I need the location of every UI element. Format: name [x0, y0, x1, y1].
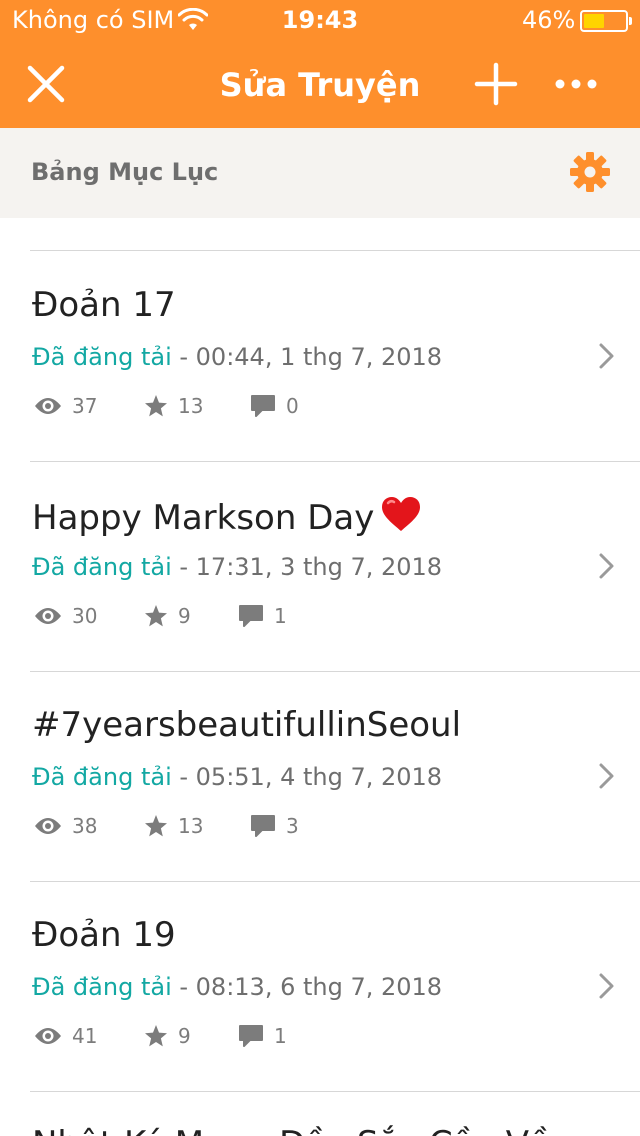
part-title: Đoản 17 — [32, 285, 176, 325]
divider — [30, 1091, 640, 1092]
comments-stat: 0 — [250, 391, 299, 421]
views-stat: 38 — [34, 811, 97, 841]
votes-count: 13 — [178, 814, 204, 838]
star-icon — [145, 395, 167, 417]
votes-stat: 13 — [144, 811, 203, 841]
part-meta: Đã đăng tải - 08:13, 6 thg 7, 2018 — [32, 973, 442, 1001]
comments-stat: 3 — [250, 811, 299, 841]
part-state: Đã đăng tải — [32, 973, 172, 1001]
part-title-partial[interactable]: Nhật Ký Mang Đầy Sắc Cầu Vồng — [32, 1124, 593, 1136]
part-title: #7yearsbeautifullinSeoul — [32, 705, 462, 745]
part-meta: Đã đăng tải - 17:31, 3 thg 7, 2018 — [32, 553, 442, 581]
part-stats: 41 9 1 — [32, 1021, 432, 1051]
part-meta: Đã đăng tải - 05:51, 4 thg 7, 2018 — [32, 763, 442, 791]
add-icon[interactable] — [474, 62, 518, 106]
list-item[interactable]: Đoản 19 Đã đăng tải - 08:13, 6 thg 7, 20… — [0, 881, 640, 1092]
battery-nub — [629, 17, 632, 25]
chevron-right-icon — [599, 343, 614, 369]
chevron-right-icon — [599, 763, 614, 789]
page-title: Sửa Truyện — [219, 66, 421, 104]
nav-bar: Sửa Truyện — [0, 40, 640, 128]
part-stats: 38 13 3 — [32, 811, 432, 841]
votes-count: 9 — [178, 604, 191, 628]
part-state: Đã đăng tải — [32, 343, 172, 371]
star-icon — [145, 605, 167, 627]
gear-icon[interactable] — [568, 150, 612, 194]
top-header: Không có SIM 19:43 46% Sửa Truyện — [0, 0, 640, 128]
part-title: Happy Markson Day — [32, 495, 422, 538]
list-item[interactable]: Đoản 17 Đã đăng tải - 00:44, 1 thg 7, 20… — [0, 251, 640, 462]
eye-icon — [35, 1028, 61, 1044]
star-icon — [145, 815, 167, 837]
comment-icon — [239, 605, 263, 627]
part-timestamp: - 08:13, 6 thg 7, 2018 — [171, 973, 443, 1001]
comments-count: 0 — [286, 394, 299, 418]
votes-count: 13 — [178, 394, 204, 418]
views-stat: 37 — [34, 391, 97, 421]
comment-icon — [239, 1025, 263, 1047]
battery-icon — [580, 10, 632, 32]
comments-stat: 1 — [238, 1021, 287, 1051]
views-stat: 41 — [34, 1021, 97, 1051]
comments-count: 1 — [274, 604, 287, 628]
comments-stat: 1 — [238, 601, 287, 631]
chevron-right-icon — [599, 973, 614, 999]
eye-icon — [35, 818, 61, 834]
battery-fill — [584, 14, 605, 28]
more-icon[interactable] — [554, 74, 598, 94]
part-timestamp: - 00:44, 1 thg 7, 2018 — [171, 343, 443, 371]
eye-icon — [35, 398, 61, 414]
list-item[interactable]: Happy Markson Day Đã đăng tải - 17:31, 3… — [0, 461, 640, 672]
views-count: 37 — [72, 394, 98, 418]
votes-count: 9 — [178, 1024, 191, 1048]
eye-icon — [35, 608, 61, 624]
comments-count: 3 — [286, 814, 299, 838]
part-title: Đoản 19 — [32, 915, 176, 955]
toc-header: Bảng Mục Lục — [0, 128, 640, 218]
votes-stat: 9 — [144, 601, 191, 631]
star-icon — [145, 1025, 167, 1047]
votes-stat: 13 — [144, 391, 203, 421]
comments-count: 1 — [274, 1024, 287, 1048]
part-stats: 30 9 1 — [32, 601, 432, 631]
views-stat: 30 — [34, 601, 97, 631]
part-state: Đã đăng tải — [32, 553, 172, 581]
comment-icon — [251, 395, 275, 417]
parts-list: Đoản 17 Đã đăng tải - 00:44, 1 thg 7, 20… — [0, 218, 640, 1136]
part-timestamp: - 17:31, 3 thg 7, 2018 — [171, 553, 443, 581]
views-count: 41 — [72, 1024, 98, 1048]
battery-percent: 46% — [522, 6, 576, 34]
comment-icon — [251, 815, 275, 837]
chevron-right-icon — [599, 553, 614, 579]
heart-emoji-icon — [382, 497, 421, 531]
views-count: 38 — [72, 814, 98, 838]
status-bar: Không có SIM 19:43 46% — [0, 0, 640, 40]
toc-label: Bảng Mục Lục — [31, 158, 219, 186]
part-stats: 37 13 0 — [32, 391, 432, 421]
part-timestamp: - 05:51, 4 thg 7, 2018 — [171, 763, 443, 791]
part-meta: Đã đăng tải - 00:44, 1 thg 7, 2018 — [32, 343, 442, 371]
list-item[interactable]: #7yearsbeautifullinSeoul Đã đăng tải - 0… — [0, 671, 640, 882]
part-state: Đã đăng tải — [32, 763, 172, 791]
views-count: 30 — [72, 604, 98, 628]
votes-stat: 9 — [144, 1021, 191, 1051]
